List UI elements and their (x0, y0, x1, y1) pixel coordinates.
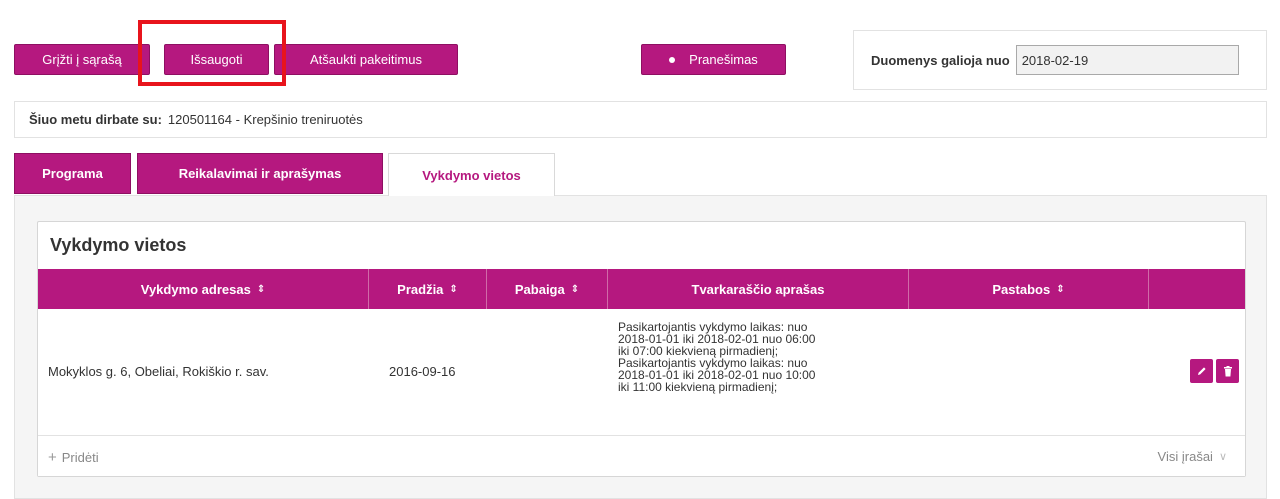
cell-schedule: Pasikartojantis vykdymo laikas: nuo 2018… (618, 321, 918, 393)
column-header-actions (1149, 269, 1245, 309)
validity-box: Duomenys galioja nuo (853, 30, 1267, 90)
dot-icon (669, 56, 676, 63)
pencil-icon (1197, 367, 1206, 375)
validity-date-input[interactable] (1015, 45, 1239, 75)
locations-panel: Vykdymo vietos Vykdymo adresas ⇕ Pradžia… (37, 221, 1246, 477)
tab-requirements[interactable]: Reikalavimai ir aprašymas (137, 153, 383, 194)
all-records-label: Visi įrašai (1157, 449, 1213, 464)
sort-icon: ⇕ (449, 283, 458, 295)
tab-locations[interactable]: Vykdymo vietos (388, 153, 555, 196)
notification-button[interactable]: Pranešimas (641, 44, 786, 75)
table-header: Vykdymo adresas ⇕ Pradžia ⇕ Pabaiga ⇕ Tv… (38, 269, 1245, 309)
column-label: Vykdymo adresas (140, 281, 251, 297)
delete-row-button[interactable] (1216, 359, 1239, 383)
validity-label: Duomenys galioja nuo (871, 52, 1010, 68)
column-label: Pastabos (992, 281, 1051, 297)
column-header-end[interactable]: Pabaiga ⇕ (487, 269, 608, 309)
page: Grįžti į sąrašą Išsaugoti Atšaukti pakei… (0, 0, 1280, 499)
plus-icon: + (48, 449, 57, 466)
current-work-value: 120501164 - Krepšinio treniruotės (167, 112, 363, 127)
cancel-changes-button[interactable]: Atšaukti pakeitimus (274, 44, 458, 75)
add-label: Pridėti (61, 450, 99, 465)
edit-row-button[interactable] (1190, 359, 1213, 383)
notification-label: Pranešimas (689, 52, 758, 67)
column-label: Tvarkaraščio aprašas (691, 281, 825, 297)
column-label: Pabaiga (514, 281, 565, 297)
cell-address: Mokyklos g. 6, Obeliai, Rokiškio r. sav. (48, 364, 269, 379)
current-work-label: Šiuo metu dirbate su: (29, 112, 162, 127)
schedule-line: iki 11:00 kiekvieną pirmadienį; (618, 380, 778, 394)
table-row: Mokyklos g. 6, Obeliai, Rokiškio r. sav.… (38, 309, 1245, 435)
table-footer: + Pridėti Visi įrašai ∨ (38, 435, 1245, 476)
all-records-dropdown[interactable]: Visi įrašai ∨ (1158, 449, 1227, 464)
column-header-start[interactable]: Pradžia ⇕ (369, 269, 487, 309)
cell-start: 2016-09-16 (389, 364, 456, 379)
sort-icon: ⇕ (256, 283, 266, 295)
current-work-strip: Šiuo metu dirbate su: 120501164 - Krepši… (14, 101, 1267, 138)
tab-programa[interactable]: Programa (14, 153, 131, 194)
sort-icon: ⇕ (1056, 283, 1065, 295)
panel-title: Vykdymo vietos (50, 235, 187, 255)
add-button[interactable]: + Pridėti (48, 449, 99, 466)
save-button[interactable]: Išsaugoti (164, 44, 269, 75)
sort-icon: ⇕ (570, 283, 580, 295)
column-header-address[interactable]: Vykdymo adresas ⇕ (38, 269, 369, 309)
back-to-list-button[interactable]: Grįžti į sąrašą (14, 44, 150, 75)
column-label: Pradžia (397, 281, 444, 297)
trash-icon (1223, 365, 1232, 376)
column-header-notes[interactable]: Pastabos ⇕ (909, 269, 1149, 309)
column-header-schedule: Tvarkaraščio aprašas (608, 269, 909, 309)
chevron-down-icon: ∨ (1218, 451, 1227, 463)
